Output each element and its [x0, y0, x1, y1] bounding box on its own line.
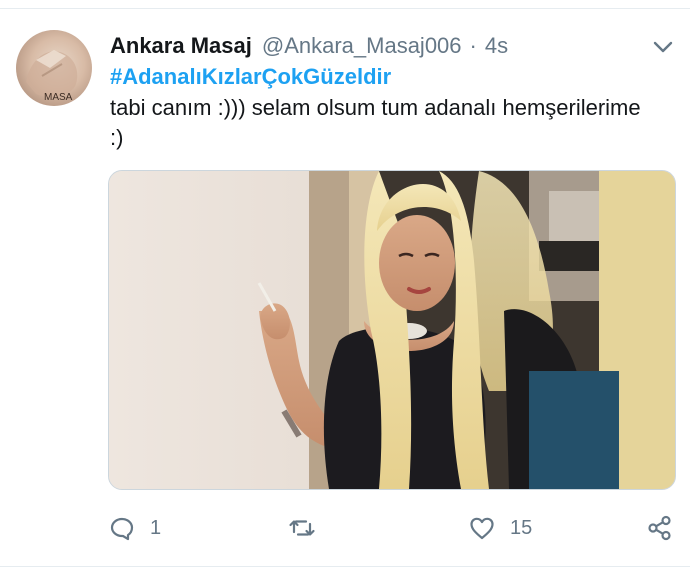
like-button[interactable]: 15	[468, 508, 532, 548]
retweet-icon	[289, 520, 315, 536]
avatar-hand-image: MASA	[26, 50, 78, 103]
heart-icon	[470, 517, 494, 540]
tweet-header: Ankara Masaj @Ankara_Masaj006 · 4s	[110, 30, 508, 62]
hashtag-link[interactable]: #AdanalıKızlarÇokGüzeldir	[110, 64, 391, 90]
reply-count: 1	[150, 516, 162, 539]
retweet-button[interactable]	[288, 508, 330, 548]
tweet-text: tabi canım :))) selam olsum tum adanalı …	[110, 95, 641, 150]
like-count: 15	[510, 516, 533, 539]
tweet-actions: 1 15	[108, 508, 674, 548]
top-divider	[0, 8, 690, 9]
separator-dot: ·	[469, 33, 477, 58]
reply-button[interactable]: 1	[108, 508, 161, 548]
share-button[interactable]	[646, 508, 688, 548]
avatar[interactable]: MASA	[16, 30, 92, 106]
user-handle[interactable]: @Ankara_Masaj006	[262, 33, 462, 59]
display-name[interactable]: Ankara Masaj	[110, 33, 252, 59]
bottom-divider	[0, 566, 690, 567]
reply-icon	[110, 517, 134, 541]
photo-image	[109, 171, 675, 489]
tweet-timestamp[interactable]: 4s	[485, 33, 508, 59]
tweet-photo[interactable]	[108, 170, 676, 490]
chevron-down-icon[interactable]	[650, 34, 676, 60]
share-icon	[648, 515, 671, 541]
avatar-text: MASA	[44, 92, 73, 103]
